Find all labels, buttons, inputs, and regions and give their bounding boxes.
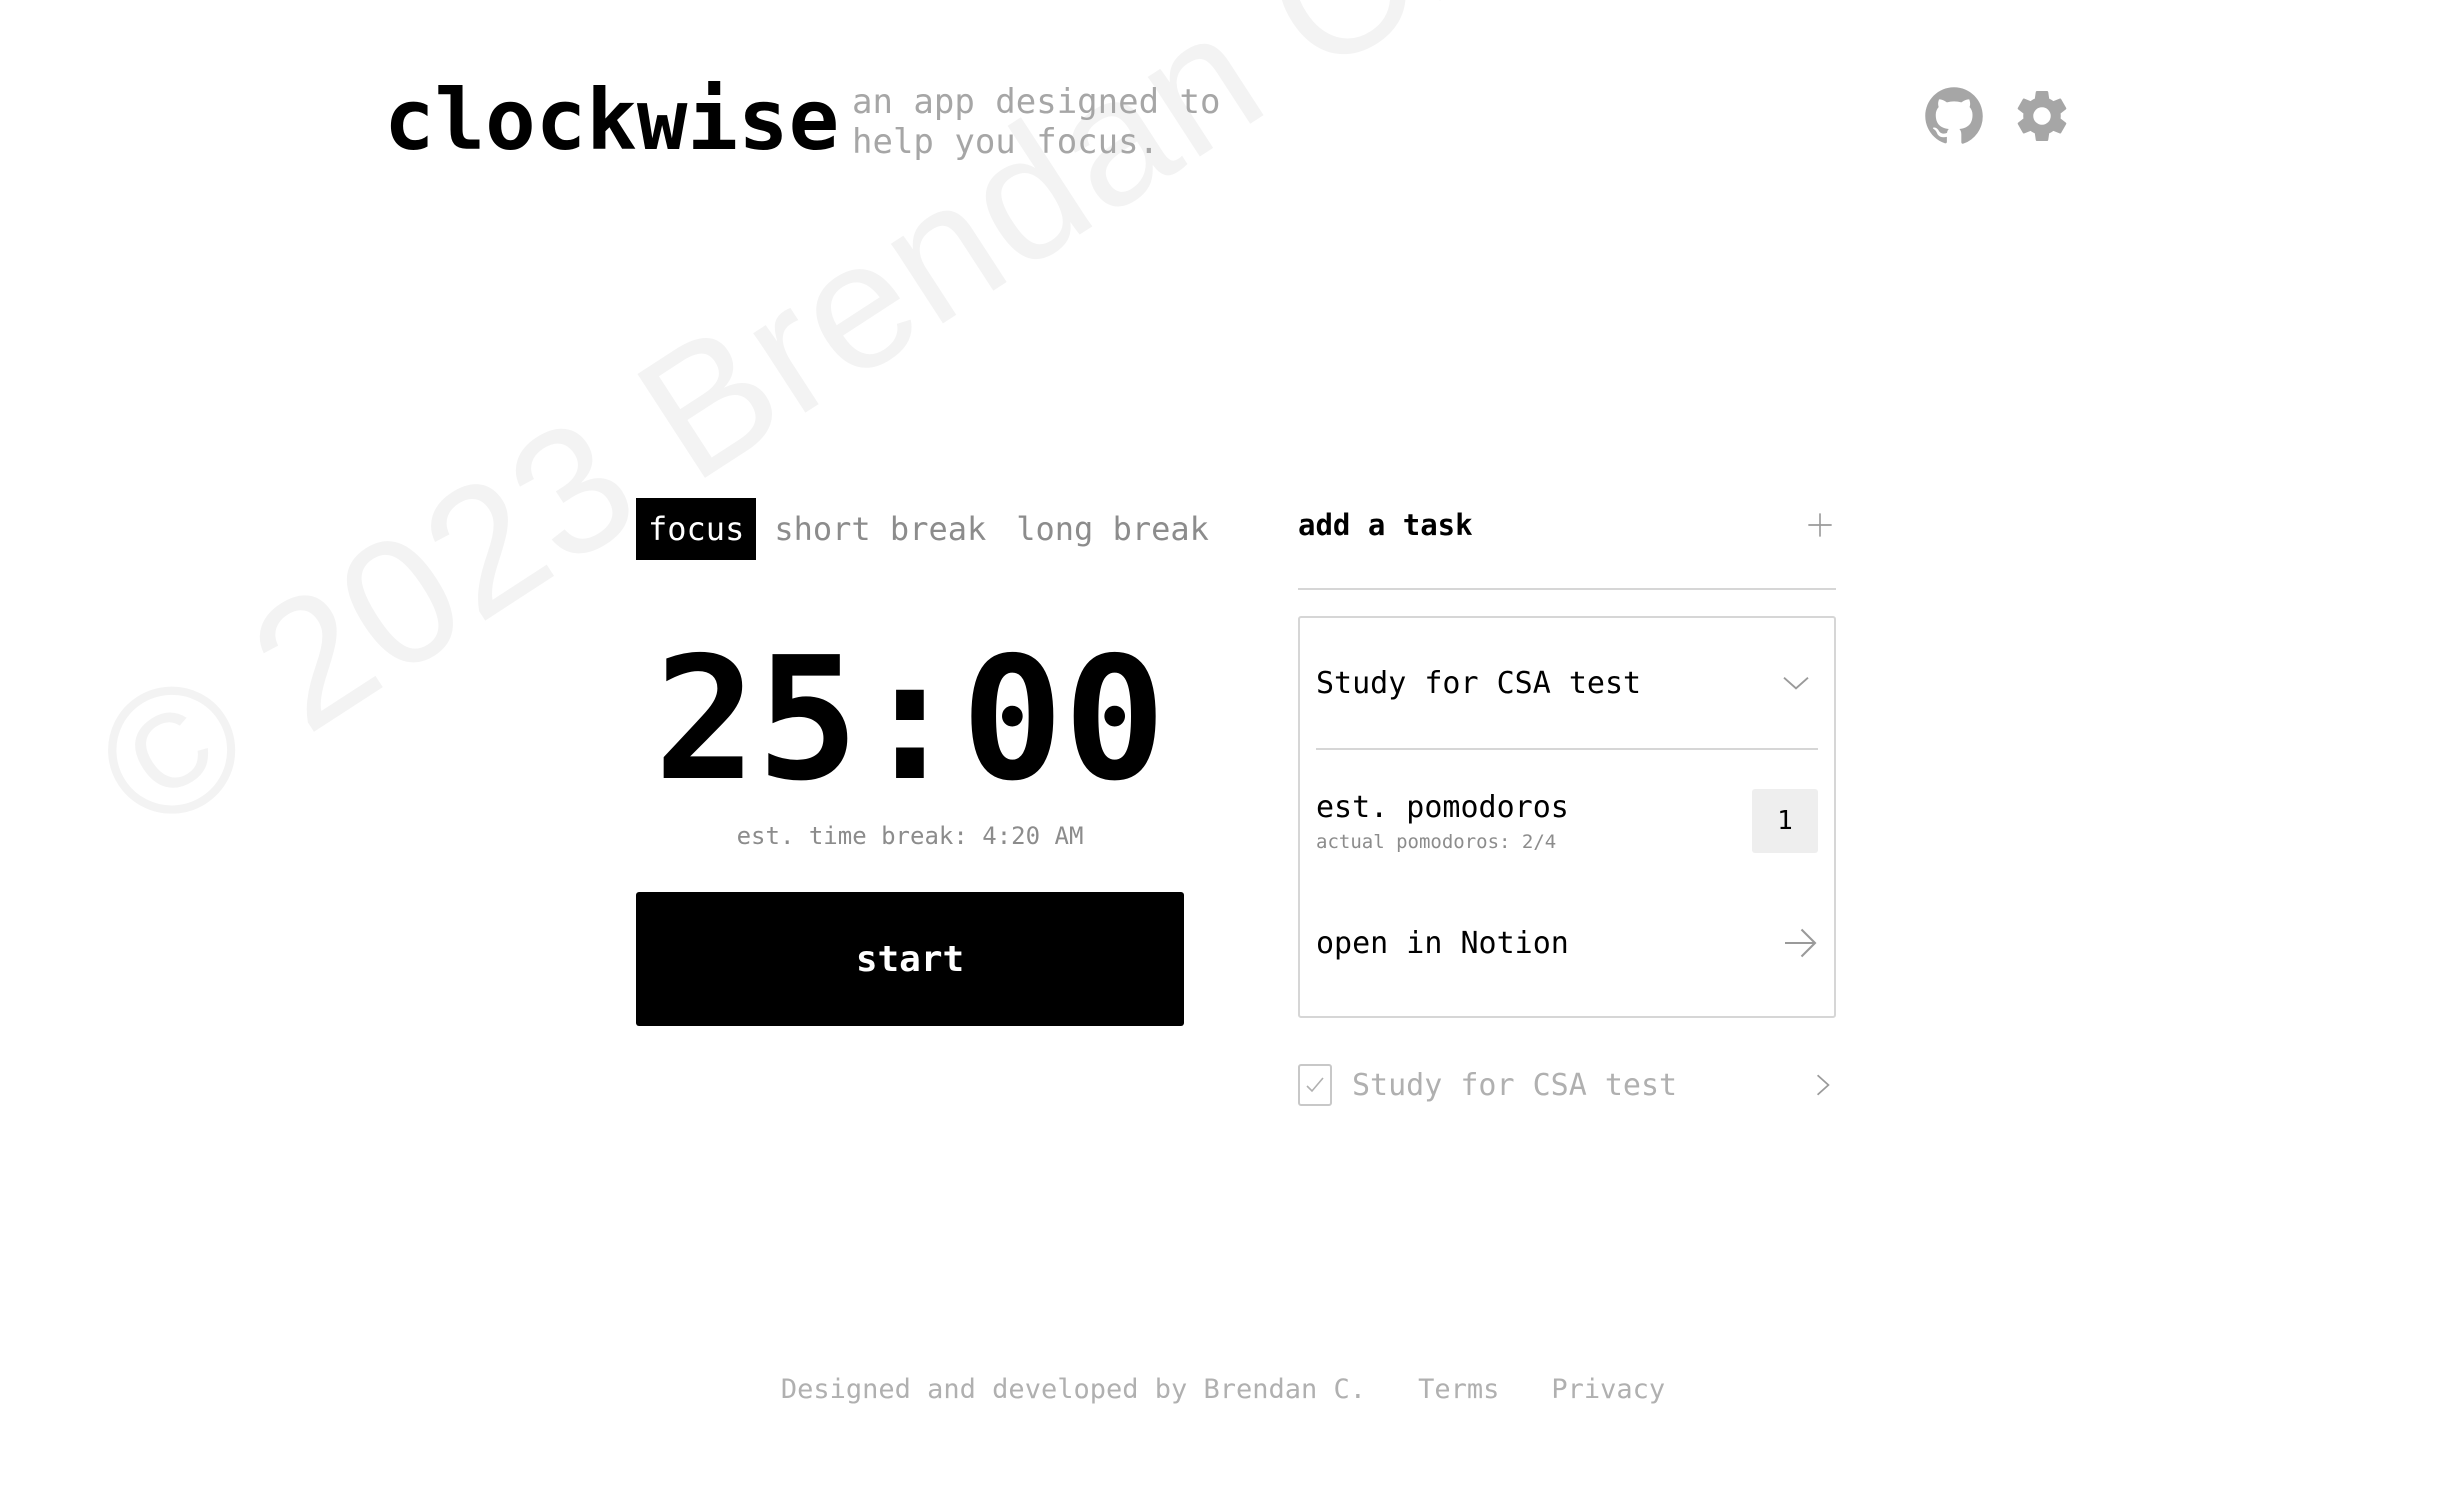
- open-in-notion-link[interactable]: open in Notion: [1316, 892, 1818, 1016]
- est-pomodoros-input[interactable]: [1752, 789, 1818, 853]
- chevron-right-icon[interactable]: [1810, 1072, 1836, 1098]
- arrow-right-icon[interactable]: [1782, 925, 1818, 961]
- footer-credit: Designed and developed by Brendan C.: [780, 1374, 1367, 1405]
- add-task-label: add a task: [1298, 508, 1473, 542]
- mode-tabs: focus short break long break: [636, 498, 1227, 560]
- task-title: Study for CSA test: [1316, 665, 1642, 701]
- header-actions: [1924, 86, 2072, 146]
- task-header[interactable]: Study for CSA test: [1316, 618, 1818, 750]
- app-tagline: an app designed to help you focus.: [852, 82, 1221, 162]
- completed-task-title: Study for CSA test: [1352, 1067, 1678, 1103]
- task-card: Study for CSA test est. pomodoros actual…: [1298, 616, 1836, 1018]
- plus-icon[interactable]: [1806, 511, 1834, 539]
- completed-task-left: Study for CSA test: [1298, 1064, 1677, 1106]
- check-icon: [1306, 1077, 1324, 1093]
- tab-short-break[interactable]: short break: [762, 498, 998, 560]
- start-button[interactable]: start: [636, 892, 1184, 1026]
- task-checkbox[interactable]: [1298, 1064, 1332, 1106]
- gear-icon[interactable]: [2012, 86, 2072, 146]
- completed-task-item[interactable]: Study for CSA test: [1298, 1064, 1836, 1106]
- chevron-down-icon[interactable]: [1780, 667, 1812, 699]
- add-task-button[interactable]: add a task: [1298, 490, 1836, 590]
- tab-focus[interactable]: focus: [636, 498, 757, 560]
- privacy-link[interactable]: Privacy: [1551, 1374, 1665, 1405]
- est-pomodoros-label: est. pomodoros: [1316, 789, 1569, 825]
- open-in-notion-label: open in Notion: [1316, 925, 1569, 961]
- timer-display: 25:00: [654, 621, 1166, 819]
- estimated-break-time: est. time break: 4:20 AM: [736, 822, 1084, 850]
- footer: Designed and developed by Brendan C. Ter…: [0, 1374, 2446, 1405]
- task-panel: add a task Study for CSA test est. pomod…: [1298, 490, 1836, 1106]
- actual-pomodoros-label: actual pomodoros: 2/4: [1316, 830, 1557, 853]
- pomodoro-row: est. pomodoros actual pomodoros: 2/4: [1316, 750, 1818, 892]
- app-logo: clockwise: [384, 71, 840, 169]
- terms-link[interactable]: Terms: [1418, 1374, 1499, 1405]
- github-icon[interactable]: [1924, 86, 1984, 146]
- tab-long-break[interactable]: long break: [1004, 498, 1221, 560]
